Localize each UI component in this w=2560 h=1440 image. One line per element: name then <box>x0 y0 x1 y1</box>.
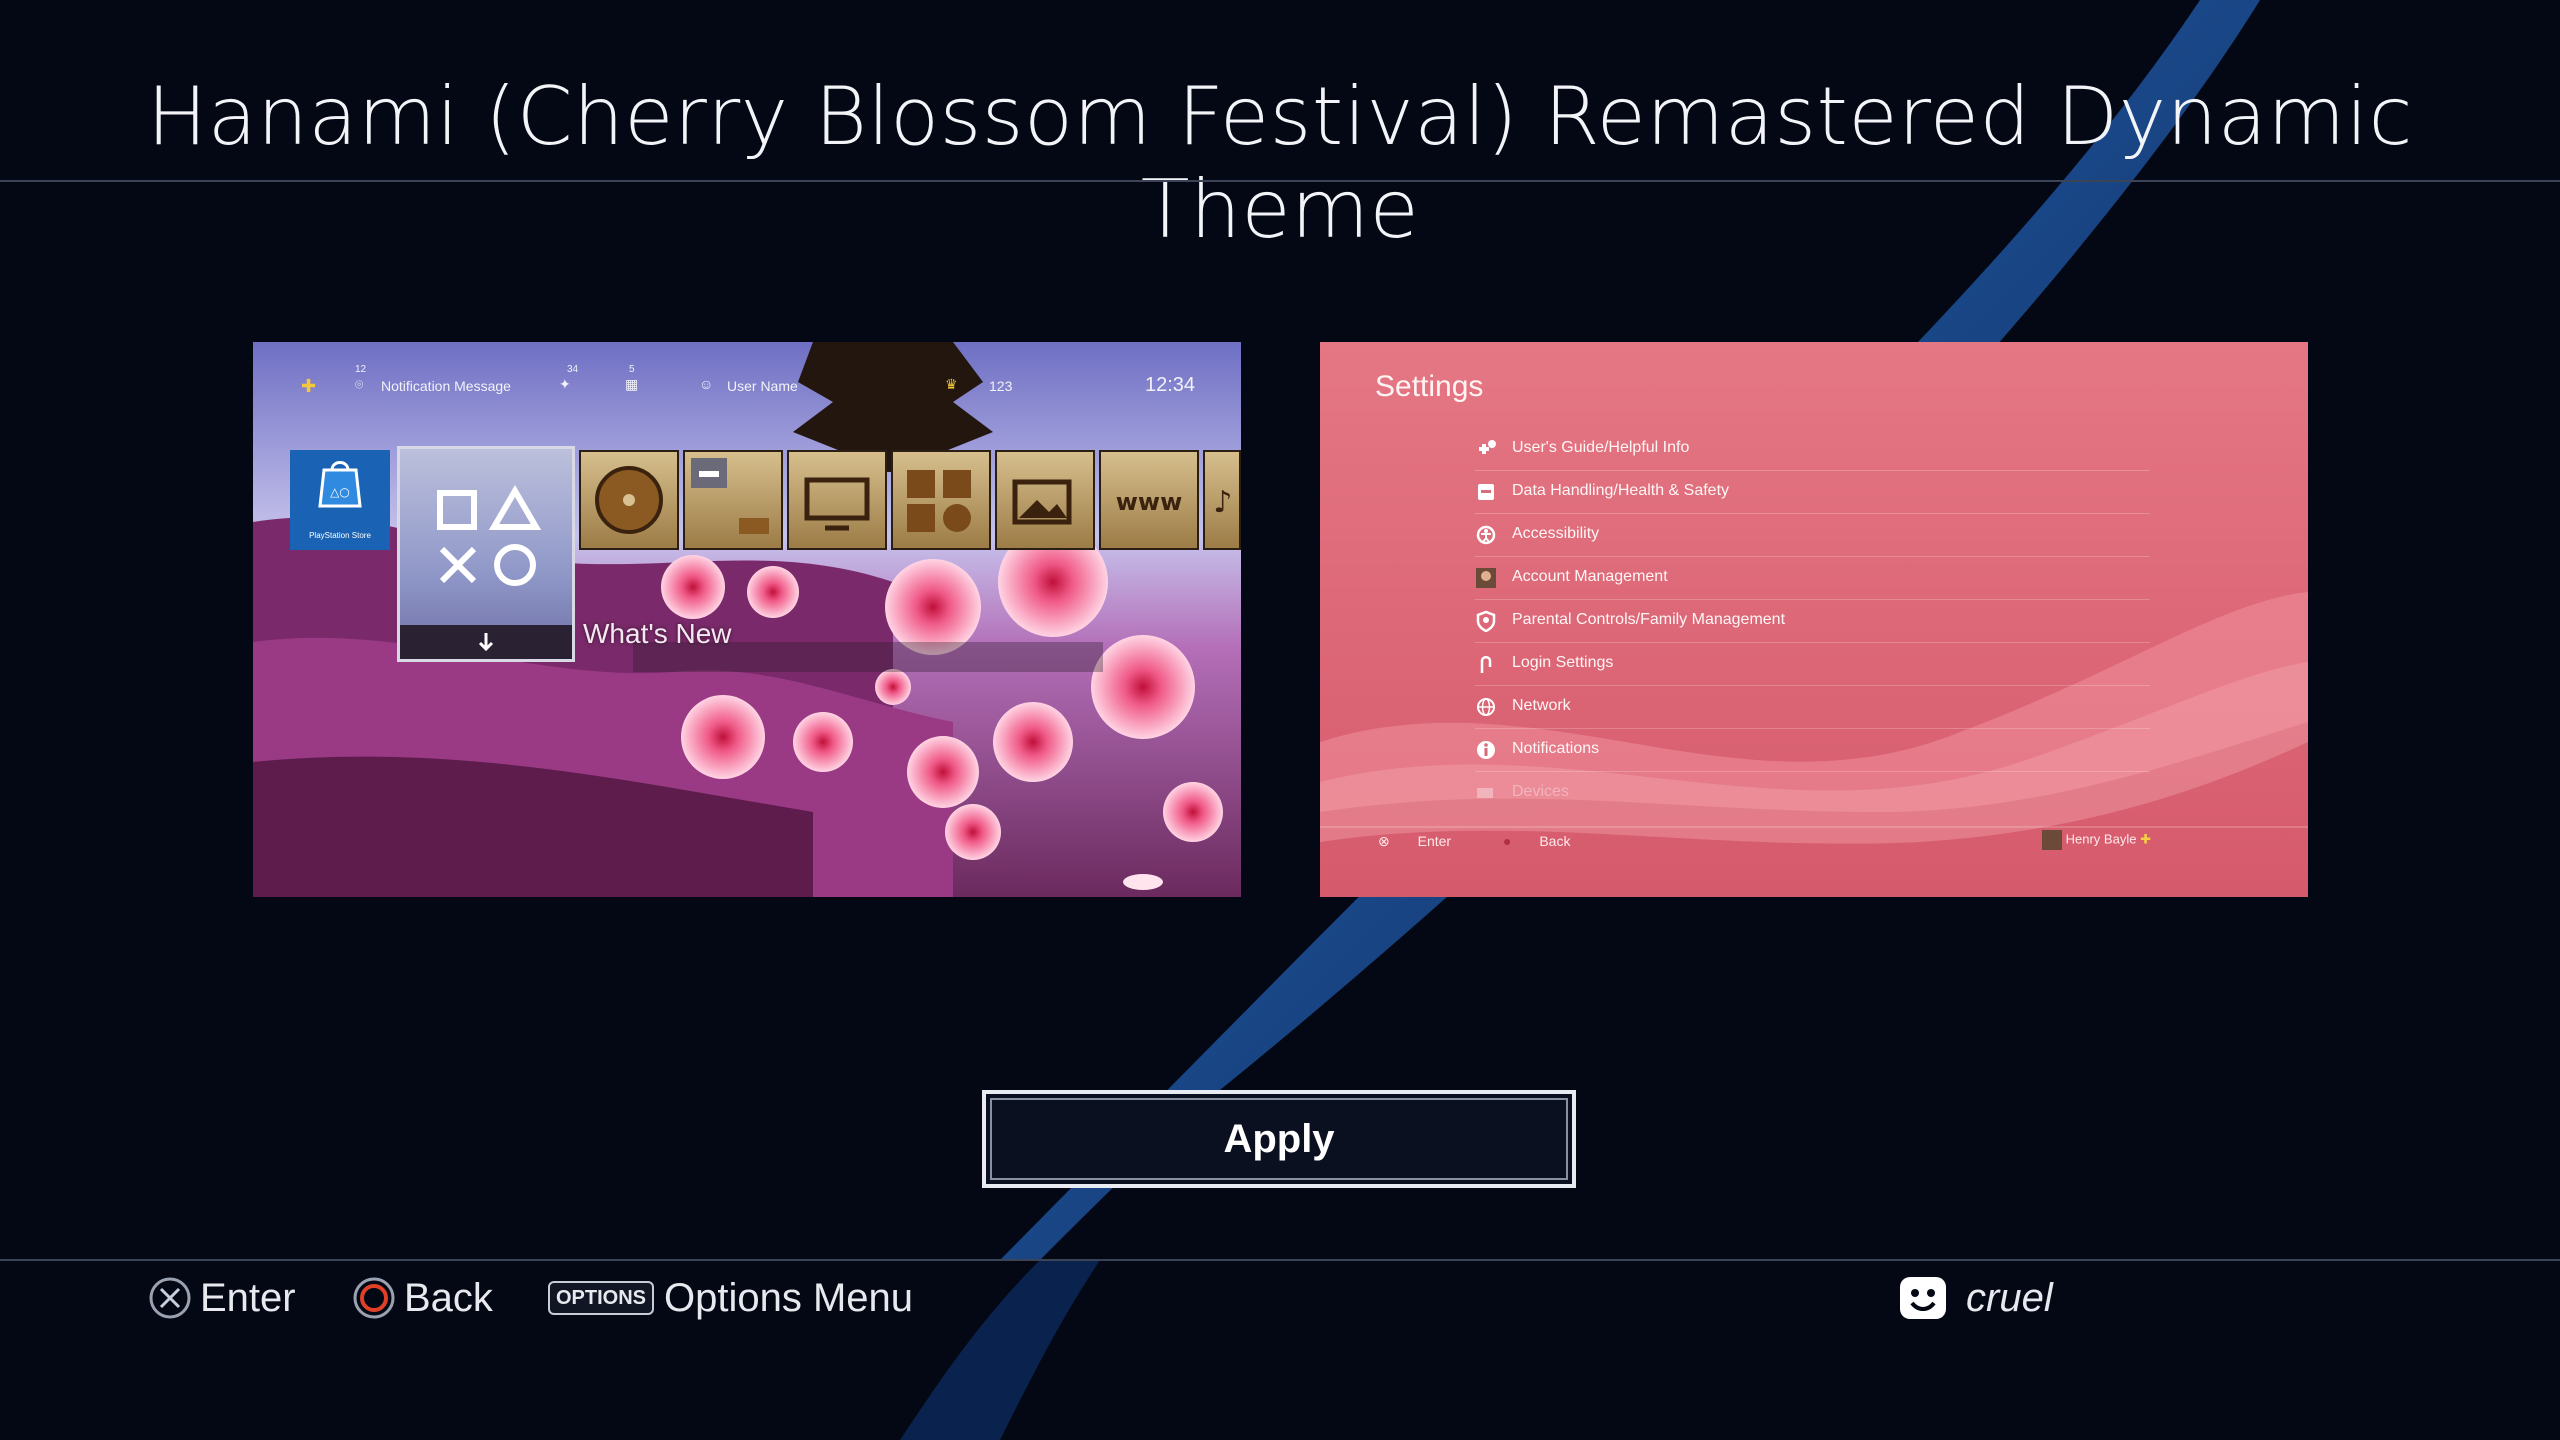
back-label: Back <box>404 1275 493 1320</box>
circle-button-icon <box>353 1277 395 1319</box>
whats-new-label: What's New <box>583 618 732 649</box>
settings-title: Settings <box>1375 370 1484 403</box>
ps-store-icon: △○ PlayStation Store <box>290 450 390 550</box>
home-status-bar: ✚ 12 ⌾ Notification Message 34 ✦ 5 ▦ ☺ U… <box>253 364 1241 406</box>
settings-item-parental: Parental Controls/Family Management <box>1475 600 2150 643</box>
user-avatar-icon <box>1900 1277 1946 1319</box>
settings-item-label: User's Guide/Helpful Info <box>1512 439 1690 456</box>
settings-item-label: Data Handling/Health & Safety <box>1512 482 1730 499</box>
apply-button[interactable]: Apply <box>982 1090 1576 1188</box>
svg-text:△○: △○ <box>330 485 350 499</box>
friends-icon: ✦ <box>559 376 571 392</box>
home-screen-preview: ✚ 12 ⌾ Notification Message 34 ✦ 5 ▦ ☺ U… <box>253 342 1241 897</box>
footer-user-name: Henry Bayle <box>2065 831 2137 847</box>
friends-count: 34 <box>567 364 579 375</box>
svg-text:www: www <box>1116 488 1183 516</box>
settings-list: User's Guide/Helpful Info Data Handling/… <box>1475 428 2150 815</box>
divider <box>0 1259 2560 1261</box>
options-label: Options Menu <box>664 1275 914 1320</box>
settings-item-label: Account Management <box>1512 568 1668 585</box>
download-bar <box>400 625 572 659</box>
avatar <box>2042 830 2062 850</box>
messages-icon: ▦ <box>625 376 639 392</box>
notifications-icon <box>1475 739 1497 761</box>
settings-footer: ⊗ Enter ● Back <box>1378 833 1618 850</box>
page-title: Hanami (Cherry Blossom Festival) Remaste… <box>147 70 2413 256</box>
notification-message: Notification Message <box>381 378 511 394</box>
circle-button-icon: ● <box>1502 833 1512 849</box>
settings-item-label: Notifications <box>1512 740 1600 757</box>
settings-item-devices: Devices <box>1475 772 2150 815</box>
enter-label: Enter <box>200 1275 296 1320</box>
store-label: PlayStation Store <box>309 531 371 540</box>
cross-button-icon: ⊗ <box>1378 833 1390 849</box>
user-avatar-icon: ☺ <box>699 376 714 392</box>
disc-icon <box>579 450 679 550</box>
clock: 12:34 <box>1145 374 1196 396</box>
plus-icon: ✚ <box>2140 831 2151 847</box>
ps-symbols-icon <box>397 446 575 662</box>
settings-item-label: Accessibility <box>1512 525 1600 542</box>
settings-footer-user: Henry Bayle ✚ <box>2042 830 2151 850</box>
gallery-icon <box>995 450 1095 550</box>
notification-icon: ⌾ <box>355 376 364 392</box>
parental-icon <box>1475 610 1497 633</box>
controller-folder-icon <box>683 450 783 550</box>
library-icon <box>891 450 991 550</box>
settings-item-login: Login Settings <box>1475 643 2150 686</box>
messages-count: 5 <box>629 364 635 375</box>
settings-item-accessibility: Accessibility <box>1475 514 2150 557</box>
back-hint[interactable]: Back <box>352 1268 493 1328</box>
enter-hint[interactable]: Enter <box>148 1268 296 1328</box>
login-icon <box>1475 653 1497 675</box>
trophy-count: 123 <box>989 378 1013 394</box>
footer-back-label: Back <box>1539 833 1571 849</box>
devices-icon <box>1475 782 1497 804</box>
divider <box>0 180 2560 182</box>
options-button-icon: OPTIONS <box>548 1281 655 1315</box>
plus-icon: ✚ <box>301 376 317 396</box>
settings-item-help: User's Guide/Helpful Info <box>1475 428 2150 471</box>
settings-item-network: Network <box>1475 686 2150 729</box>
trophy-icon: ♛ <box>945 376 958 392</box>
settings-preview: Settings User's Guide/Helpful Info Data … <box>1320 342 2308 897</box>
settings-item-notifications: Notifications <box>1475 729 2150 772</box>
settings-item-data: Data Handling/Health & Safety <box>1475 471 2150 514</box>
settings-item-label: Login Settings <box>1512 654 1614 671</box>
settings-item-label: Parental Controls/Family Management <box>1512 611 1786 628</box>
tv-icon <box>787 450 887 550</box>
cross-button-icon <box>149 1277 191 1319</box>
user-name: cruel <box>1966 1275 2053 1320</box>
music-icon: ♪ <box>1203 450 1241 550</box>
options-hint[interactable]: OPTIONS Options Menu <box>548 1268 913 1328</box>
www-icon: www <box>1099 450 1199 550</box>
network-icon <box>1475 696 1497 718</box>
settings-item-label: Network <box>1512 697 1571 714</box>
help-icon <box>1475 438 1497 460</box>
svg-text:♪: ♪ <box>1213 485 1232 520</box>
user-name: User Name <box>727 378 798 394</box>
notification-count: 12 <box>355 364 367 375</box>
accessibility-icon <box>1475 524 1497 546</box>
data-icon <box>1475 481 1497 503</box>
settings-item-account: Account Management <box>1475 557 2150 600</box>
user-indicator: cruel <box>1898 1268 2053 1328</box>
footer-enter-label: Enter <box>1417 833 1452 849</box>
settings-item-label: Devices <box>1512 783 1569 800</box>
account-icon <box>1475 567 1497 589</box>
